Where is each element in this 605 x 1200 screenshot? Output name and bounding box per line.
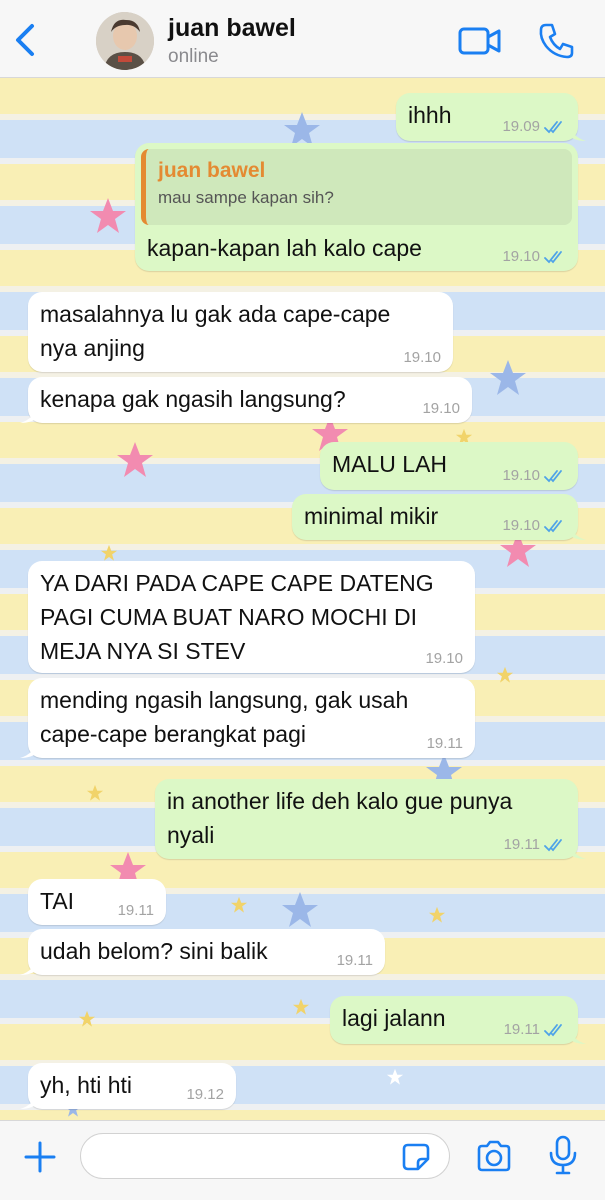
camera-button[interactable] [475,1139,513,1173]
read-receipt-icon [544,121,562,134]
message-text-line: YA DARI PADA CAPE CAPE DATENG [40,570,434,596]
message-time: 19.10 [502,517,540,534]
sticker-button[interactable] [400,1141,432,1173]
message-bubble[interactable]: minimal mikir 19.10 [292,494,586,540]
star-decoration-icon [78,1010,96,1027]
star-decoration-icon [490,360,526,395]
bubble-tail [20,1091,38,1109]
video-call-button[interactable] [458,26,502,56]
read-receipt-icon [544,839,562,852]
message-text-line: masalahnya lu gak ada cape-cape [40,301,391,327]
back-button[interactable] [10,20,40,60]
message-text-line: PAGI CUMA BUAT NARO MOCHI DI [40,604,417,630]
message-time: 19.11 [426,735,463,752]
message-bubble[interactable]: masalahnya lu gak ada cape-cape nya anji… [28,292,453,372]
message-composer [0,1120,605,1200]
message-text-line: mending ngasih langsung, gak usah [40,687,409,713]
message-time: 19.10 [502,248,540,265]
message-bubble[interactable]: kenapa gak ngasih langsung? 19.10 [20,377,472,423]
quoted-author: juan bawel [158,159,266,182]
message-bubble[interactable]: ihhh 19.09 [396,93,586,141]
phone-icon [539,23,574,59]
avatar[interactable] [96,12,154,70]
message-bubble[interactable]: mending ngasih langsung, gak usah cape-c… [20,678,475,758]
message-bubble[interactable]: udah belom? sini balik 19.11 [20,929,385,975]
message-text-line: in another life deh kalo gue punya [167,788,513,814]
message-text: udah belom? sini balik [40,938,268,964]
quoted-text: mau sampe kapan sih? [158,188,334,207]
message-time: 19.11 [503,836,540,853]
bubble-tail [568,123,586,141]
read-receipt-icon [544,470,562,483]
message-bubble[interactable]: yh, hti hti 19.12 [20,1063,236,1109]
message-time: 19.09 [502,118,540,135]
message-bubble[interactable]: juan bawel mau sampe kapan sih? kapan-ka… [135,143,578,271]
star-decoration-icon [117,442,153,477]
message-bubble[interactable]: lagi jalann 19.11 [330,996,586,1044]
read-receipt-icon [544,520,562,533]
message-text: MALU LAH [332,451,448,477]
message-time: 19.10 [425,650,463,667]
message-text: kenapa gak ngasih langsung? [40,386,346,412]
star-decoration-icon [282,892,318,927]
bubble-tail [20,405,38,423]
star-decoration-icon [86,784,104,801]
message-text: kapan-kapan lah kalo cape [147,235,422,261]
message-text-line: MEJA NYA SI STEV [40,638,246,664]
star-decoration-icon [100,544,118,561]
bubble-tail [20,957,38,975]
message-bubble[interactable]: MALU LAH 19.10 [320,442,578,490]
message-time: 19.10 [502,467,540,484]
message-text: lagi jalann [342,1005,446,1031]
attach-button[interactable] [22,1139,58,1175]
bubble-tail [20,740,38,758]
microphone-button[interactable] [548,1135,578,1175]
message-time: 19.10 [422,400,460,417]
star-decoration-icon [90,198,126,233]
chat-header: juan bawel online [0,0,605,78]
video-camera-icon [458,27,501,55]
voice-call-button[interactable] [538,22,574,60]
star-decoration-icon [230,896,248,913]
message-bubble[interactable]: in another life deh kalo gue punya nyali… [155,779,586,859]
read-receipt-icon [544,251,562,264]
sticker-icon [402,1143,430,1171]
message-time: 19.10 [403,349,441,366]
bubble-tail [568,522,586,540]
message-input[interactable] [80,1133,450,1179]
message-time: 19.11 [117,902,154,919]
read-receipt-icon [544,1024,562,1037]
message-bubble[interactable]: YA DARI PADA CAPE CAPE DATENG PAGI CUMA … [28,561,475,673]
message-time: 19.11 [336,952,373,969]
message-text: yh, hti hti [40,1072,133,1098]
message-text: ihhh [408,102,452,128]
chevron-left-icon [16,24,34,56]
message-bubble[interactable]: TAI 19.11 [28,879,166,925]
message-text: TAI [40,888,75,914]
message-time: 19.11 [503,1021,540,1038]
quoted-message[interactable]: juan bawel mau sampe kapan sih? [141,149,572,225]
star-decoration-icon [496,666,514,683]
star-decoration-icon [386,1068,404,1085]
contact-name[interactable]: juan bawel [168,14,296,43]
microphone-icon [549,1135,577,1175]
star-decoration-icon [292,998,310,1015]
message-time: 19.12 [186,1086,224,1103]
bubble-tail [568,1026,586,1044]
message-text-line: nya anjing [40,335,145,361]
plus-icon [24,1141,56,1173]
message-text: minimal mikir [304,503,439,529]
message-text-line: cape-cape berangkat pagi [40,721,306,747]
bubble-tail [568,841,586,859]
camera-icon [477,1140,511,1172]
contact-status: online [168,46,219,67]
star-decoration-icon [428,906,446,923]
avatar-image [96,12,154,70]
